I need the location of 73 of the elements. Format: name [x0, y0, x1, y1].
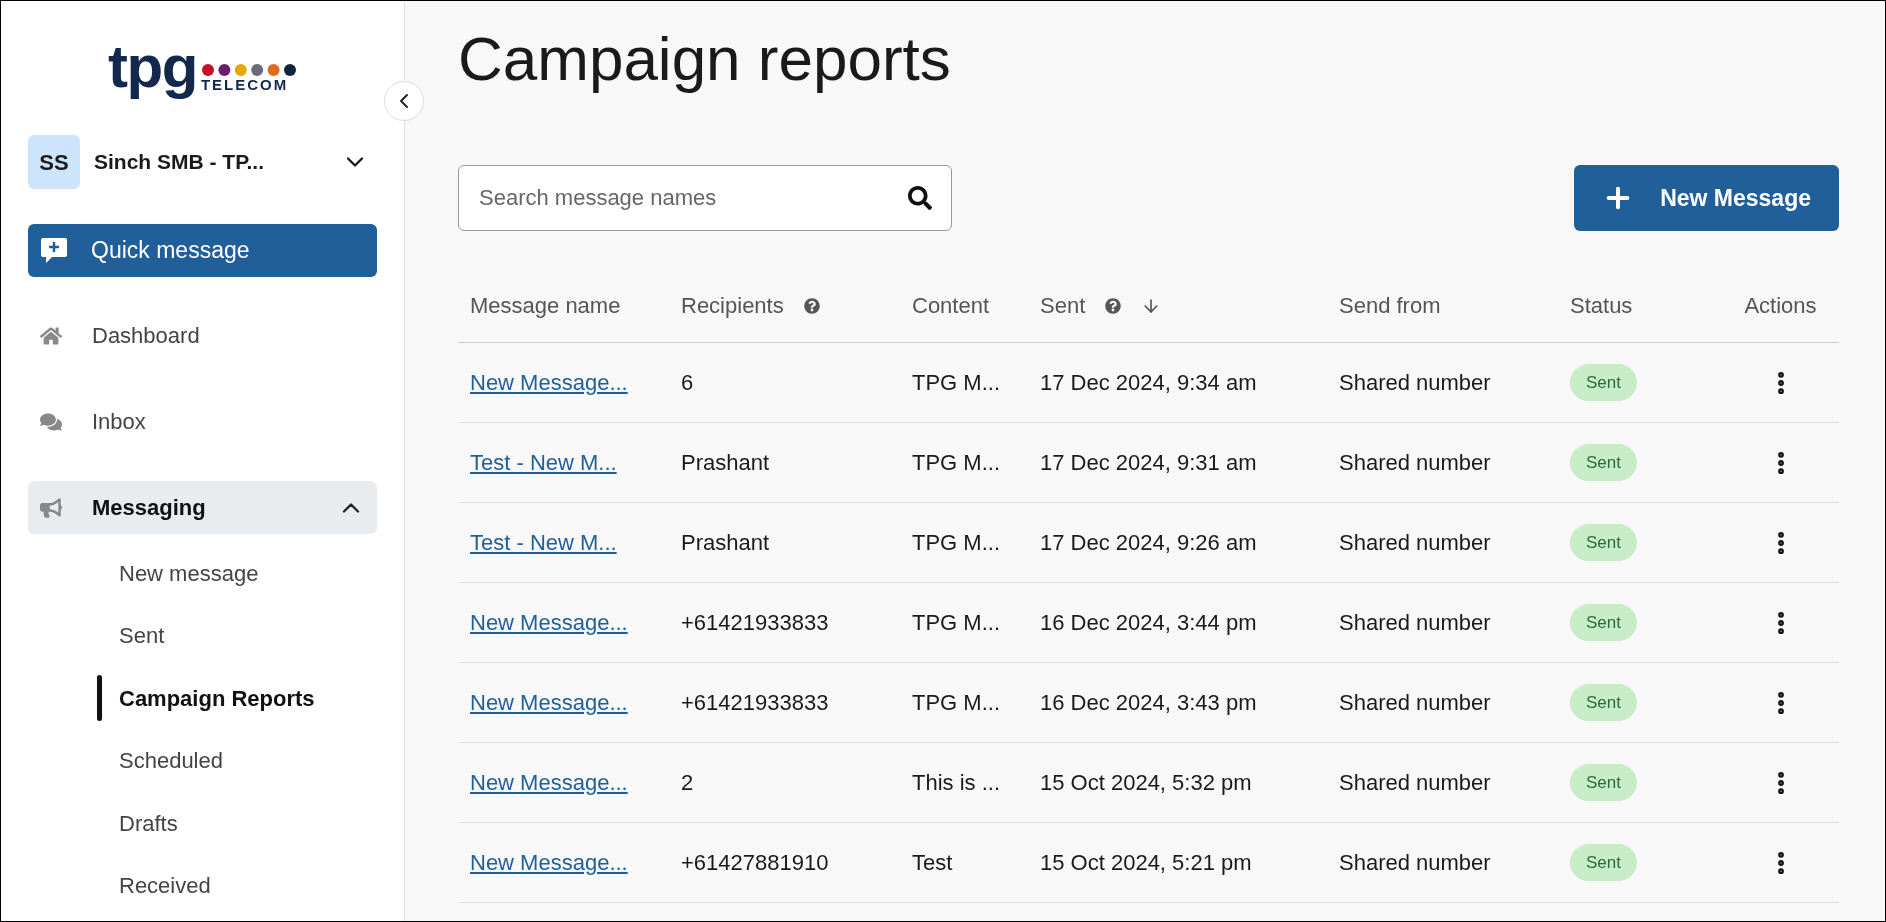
table-cell-text: 17 Dec 2024, 9:34 am — [1040, 369, 1257, 397]
nav-item[interactable]: Dashboard — [28, 309, 377, 362]
table-cell-text: Shared number — [1339, 769, 1491, 797]
nav-subitem[interactable]: New message — [119, 556, 259, 590]
table-cell-text: 15 Oct 2024, 5:21 pm — [1040, 849, 1252, 877]
table-cell-text: Prashant — [681, 449, 770, 477]
table-cell-text: Shared number — [1339, 369, 1491, 397]
quick-message-button[interactable]: Quick message — [28, 224, 377, 277]
search-icon[interactable] — [908, 186, 932, 210]
account-avatar: SS — [28, 135, 80, 189]
table-cell-text: +61427881910 — [681, 849, 829, 877]
table-cell-text: +61421933833 — [681, 689, 829, 717]
message-name-link[interactable]: New Message... — [470, 366, 628, 399]
table-cell-text: Shared number — [1339, 529, 1491, 557]
nav-item[interactable]: Inbox — [28, 395, 377, 448]
table-cell-text: Test — [912, 849, 953, 877]
search-field[interactable]: Search message names — [458, 165, 952, 231]
column-header: Send from — [1339, 292, 1441, 320]
nav-subitem[interactable]: Scheduled — [119, 744, 223, 778]
nav-subitem[interactable]: Sent — [119, 619, 165, 653]
status-badge: Sent — [1570, 523, 1637, 562]
chat-plus-icon — [40, 235, 68, 266]
help-icon[interactable] — [1105, 297, 1122, 314]
home-icon — [40, 324, 62, 347]
new-message-button[interactable]: New Message — [1574, 165, 1839, 231]
column-header: Message name — [470, 292, 621, 320]
table-cell-text: 16 Dec 2024, 3:43 pm — [1040, 689, 1257, 717]
status-badge: Sent — [1570, 443, 1637, 482]
status-badge: Sent — [1570, 763, 1637, 802]
table-cell-text: TPG M... — [912, 529, 1000, 557]
table-cell-text: Shared number — [1339, 849, 1491, 877]
status-badge: Sent — [1570, 603, 1637, 642]
table-cell-text: Shared number — [1339, 449, 1491, 477]
account-name: Sinch SMB - TP... — [94, 149, 265, 176]
table-cell-text: TPG M... — [912, 689, 1000, 717]
table-cell-text: +61421933833 — [681, 609, 829, 637]
table-cell-text: Prashant — [681, 529, 770, 557]
logo-dots-icon — [200, 63, 297, 77]
message-name-link[interactable]: Test - New M... — [470, 526, 617, 559]
table-cell-text: 6 — [681, 369, 694, 397]
logo-wordmark: tpg — [108, 37, 197, 97]
table-cell-text: Shared number — [1339, 609, 1491, 637]
message-name-link[interactable]: New Message... — [470, 766, 628, 799]
status-badge: Sent — [1570, 843, 1637, 882]
table-cell-text: This is ... — [912, 769, 1000, 797]
nav-subitem[interactable]: Received — [119, 869, 211, 903]
table-cell-text: Shared number — [1339, 689, 1491, 717]
column-header: Recipients — [681, 292, 784, 320]
table-cell-text: 17 Dec 2024, 9:31 am — [1040, 449, 1257, 477]
message-name-link[interactable]: New Message... — [470, 846, 628, 879]
help-icon[interactable] — [803, 297, 820, 314]
table-cell-text: TPG M... — [912, 449, 1000, 477]
status-badge: Sent — [1570, 683, 1637, 722]
table-cell-text: 2 — [681, 769, 694, 797]
table-cell-text: 16 Dec 2024, 3:44 pm — [1040, 609, 1257, 637]
megaphone-icon — [40, 496, 62, 519]
table-cell-text: TPG M... — [912, 369, 1000, 397]
column-header: Status — [1570, 292, 1633, 320]
column-header[interactable]: Sent — [1040, 289, 1086, 322]
collapse-sidebar-button[interactable] — [384, 81, 424, 121]
table-cell-text: 15 Oct 2024, 5:32 pm — [1040, 769, 1252, 797]
column-header: Content — [912, 292, 990, 320]
nav-subitem[interactable]: Campaign Reports — [119, 681, 315, 715]
page-title: Campaign reports — [458, 23, 952, 95]
message-name-link[interactable]: New Message... — [470, 686, 628, 719]
column-header: Actions — [1744, 292, 1817, 320]
nav-subitem[interactable]: Drafts — [119, 806, 178, 840]
table-cell-text: TPG M... — [912, 609, 1000, 637]
table-cell-text: 17 Dec 2024, 9:26 am — [1040, 529, 1257, 557]
message-name-link[interactable]: Test - New M... — [470, 446, 617, 479]
logo-tagline: TELECOM — [200, 77, 290, 93]
status-badge: Sent — [1570, 363, 1637, 402]
message-name-link[interactable]: New Message... — [470, 606, 628, 639]
